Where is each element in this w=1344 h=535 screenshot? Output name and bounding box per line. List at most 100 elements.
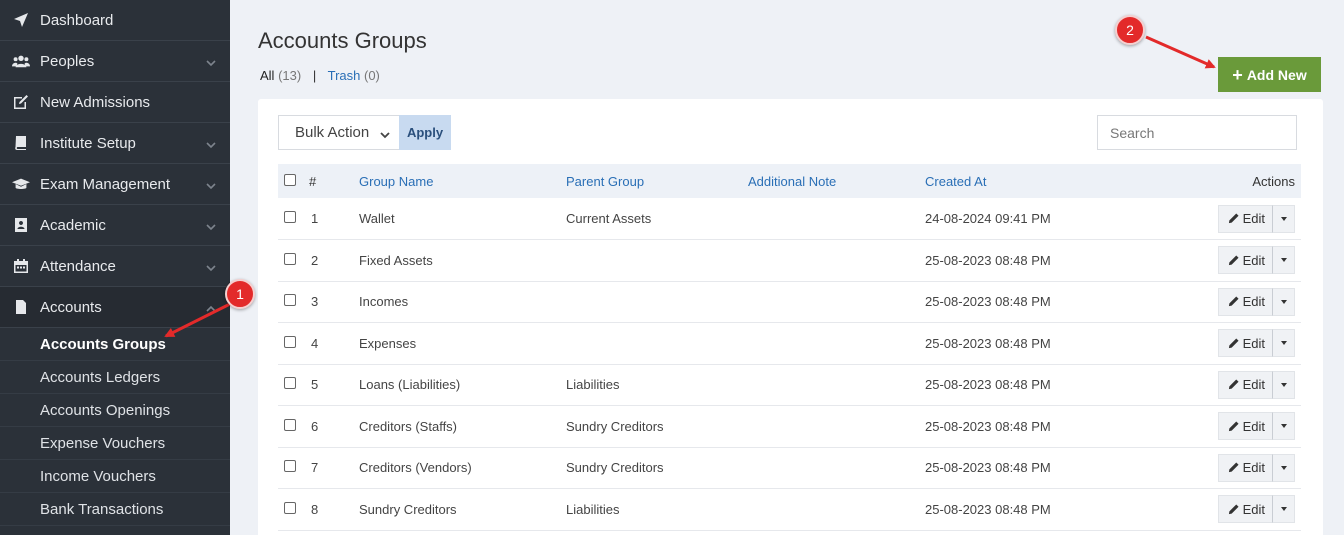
chevron-down-icon: [206, 178, 216, 190]
edit-button[interactable]: Edit: [1217, 495, 1273, 524]
select-all-cell: [278, 164, 301, 198]
row-actions-dropdown-toggle[interactable]: [1273, 495, 1295, 524]
filter-trash[interactable]: Trash: [328, 68, 361, 83]
row-actions-dropdown-toggle[interactable]: [1273, 412, 1295, 441]
edit-label: Edit: [1242, 377, 1265, 393]
caret-down-icon: [1280, 465, 1287, 470]
table-row: 8 Sundry Creditors Liabilities 25-08-2023 0…: [278, 489, 1301, 531]
sidebar-item-exam-management[interactable]: Exam Management: [0, 164, 230, 205]
submenu-item-accounts-ledgers[interactable]: Accounts Ledgers: [0, 361, 230, 394]
row-parent-group: Sundry Creditors: [566, 418, 664, 434]
calendar-icon: [11, 257, 31, 275]
row-created-at: 25-08-2023 08:48 PM: [925, 377, 1051, 393]
sidebar-item-accounts[interactable]: Accounts: [0, 287, 230, 328]
edit-button[interactable]: Edit: [1217, 287, 1273, 316]
row-actions-dropdown-toggle[interactable]: [1273, 246, 1295, 275]
caret-down-icon: [1280, 341, 1287, 346]
row-action-group: Edit: [1217, 329, 1295, 358]
bulk-action-select[interactable]: Bulk Action: [278, 115, 400, 150]
sidebar-item-new-admissions[interactable]: New Admissions: [0, 82, 230, 123]
sidebar-item-academic[interactable]: Academic: [0, 205, 230, 246]
row-created-at: 25-08-2023 08:48 PM: [925, 501, 1051, 517]
row-num: 7: [311, 460, 319, 476]
row-actions-dropdown-toggle[interactable]: [1273, 204, 1295, 233]
submenu-item-accounts-groups[interactable]: Accounts Groups: [0, 328, 230, 361]
chevron-down-icon: [206, 219, 216, 231]
row-actions-dropdown-toggle[interactable]: [1273, 453, 1295, 482]
edit-button[interactable]: Edit: [1217, 370, 1273, 399]
row-select-cell: [278, 364, 301, 406]
column-header-additional-note[interactable]: Additional Note: [748, 164, 925, 198]
caret-down-icon: [1280, 258, 1287, 263]
edit-button[interactable]: Edit: [1217, 453, 1273, 482]
row-actions: Edit: [1145, 447, 1301, 489]
sidebar-item-institute-setup[interactable]: Institute Setup: [0, 123, 230, 164]
submenu-item-expense-vouchers[interactable]: Expense Vouchers: [0, 427, 230, 460]
row-checkbox[interactable]: [284, 335, 296, 348]
row-num: 3: [311, 294, 319, 310]
edit-button[interactable]: Edit: [1217, 246, 1273, 275]
filter-trash-count: (0): [363, 68, 380, 83]
edit-label: Edit: [1242, 460, 1265, 476]
row-checkbox[interactable]: [284, 418, 296, 431]
submenu-item-accounts-openings[interactable]: Accounts Openings: [0, 394, 230, 427]
row-group-name: Incomes: [359, 294, 409, 310]
row-action-group: Edit: [1217, 453, 1295, 482]
caret-down-icon: [1280, 507, 1287, 512]
sidebar-item-peoples[interactable]: Peoples: [0, 41, 230, 82]
annotation-badge-2: 2: [1115, 15, 1145, 45]
column-header-parent-group[interactable]: Parent Group: [566, 164, 748, 198]
sidebar-item-attendance[interactable]: Attendance: [0, 246, 230, 287]
edit-button[interactable]: Edit: [1217, 204, 1273, 233]
row-group-name: Creditors (Staffs): [359, 418, 458, 434]
chevron-down-icon: [206, 55, 216, 67]
row-actions-dropdown-toggle[interactable]: [1273, 329, 1295, 358]
row-checkbox[interactable]: [284, 252, 296, 265]
row-additional-note: [748, 364, 925, 406]
row-actions-dropdown-toggle[interactable]: [1273, 370, 1295, 399]
select-all-checkbox[interactable]: [284, 173, 296, 186]
users-icon: [11, 52, 31, 70]
submenu-item-bank-transactions[interactable]: Bank Transactions: [0, 493, 230, 526]
edit-label: Edit: [1242, 252, 1265, 268]
row-checkbox[interactable]: [284, 211, 296, 223]
row-checkbox[interactable]: [284, 294, 296, 307]
row-actions: Edit: [1145, 489, 1301, 531]
rocket-icon: [11, 11, 31, 29]
edit-button[interactable]: Edit: [1217, 412, 1273, 441]
edit-label: Edit: [1242, 418, 1265, 434]
row-group-name: Creditors (Vendors): [359, 460, 472, 476]
row-checkbox[interactable]: [284, 377, 296, 390]
row-parent-group: [566, 281, 748, 323]
edit-label: Edit: [1242, 294, 1265, 310]
row-num: 2: [311, 252, 319, 268]
main-content: Accounts Groups All (13) | Trash (0) + A…: [230, 0, 1344, 535]
row-group-name: Loans (Liabilities): [359, 377, 461, 393]
pencil-icon: [1228, 296, 1239, 307]
sidebar-item-label: Accounts: [40, 298, 102, 316]
row-checkbox[interactable]: [284, 501, 296, 514]
row-parent-group: [566, 240, 748, 282]
column-header-group-name[interactable]: Group Name: [359, 164, 566, 198]
plus-icon: +: [1232, 64, 1243, 85]
row-checkbox[interactable]: [284, 460, 296, 473]
row-additional-note: [748, 323, 925, 365]
table-row: 7 Creditors (Vendors) Sundry Creditors 25-0…: [278, 447, 1301, 489]
table-row: 3 Incomes 25-08-2023 08:48 PM Edit: [278, 281, 1301, 323]
row-group-name: Expenses: [359, 335, 417, 351]
column-header-created-at[interactable]: Created At: [925, 164, 1145, 198]
edit-button[interactable]: Edit: [1217, 329, 1273, 358]
row-select-cell: [278, 198, 301, 240]
search-input[interactable]: [1097, 115, 1297, 150]
row-created-at: 25-08-2023 08:48 PM: [925, 418, 1051, 434]
row-action-group: Edit: [1217, 412, 1295, 441]
file-icon: [11, 298, 31, 316]
row-actions-dropdown-toggle[interactable]: [1273, 287, 1295, 316]
apply-button[interactable]: Apply: [399, 115, 451, 150]
sidebar-item-dashboard[interactable]: Dashboard: [0, 0, 230, 41]
add-new-label: Add New: [1246, 66, 1307, 83]
row-additional-note: [748, 489, 925, 531]
filter-all[interactable]: All: [260, 68, 274, 83]
submenu-item-income-vouchers[interactable]: Income Vouchers: [0, 460, 230, 493]
add-new-button[interactable]: + Add New: [1218, 57, 1321, 92]
